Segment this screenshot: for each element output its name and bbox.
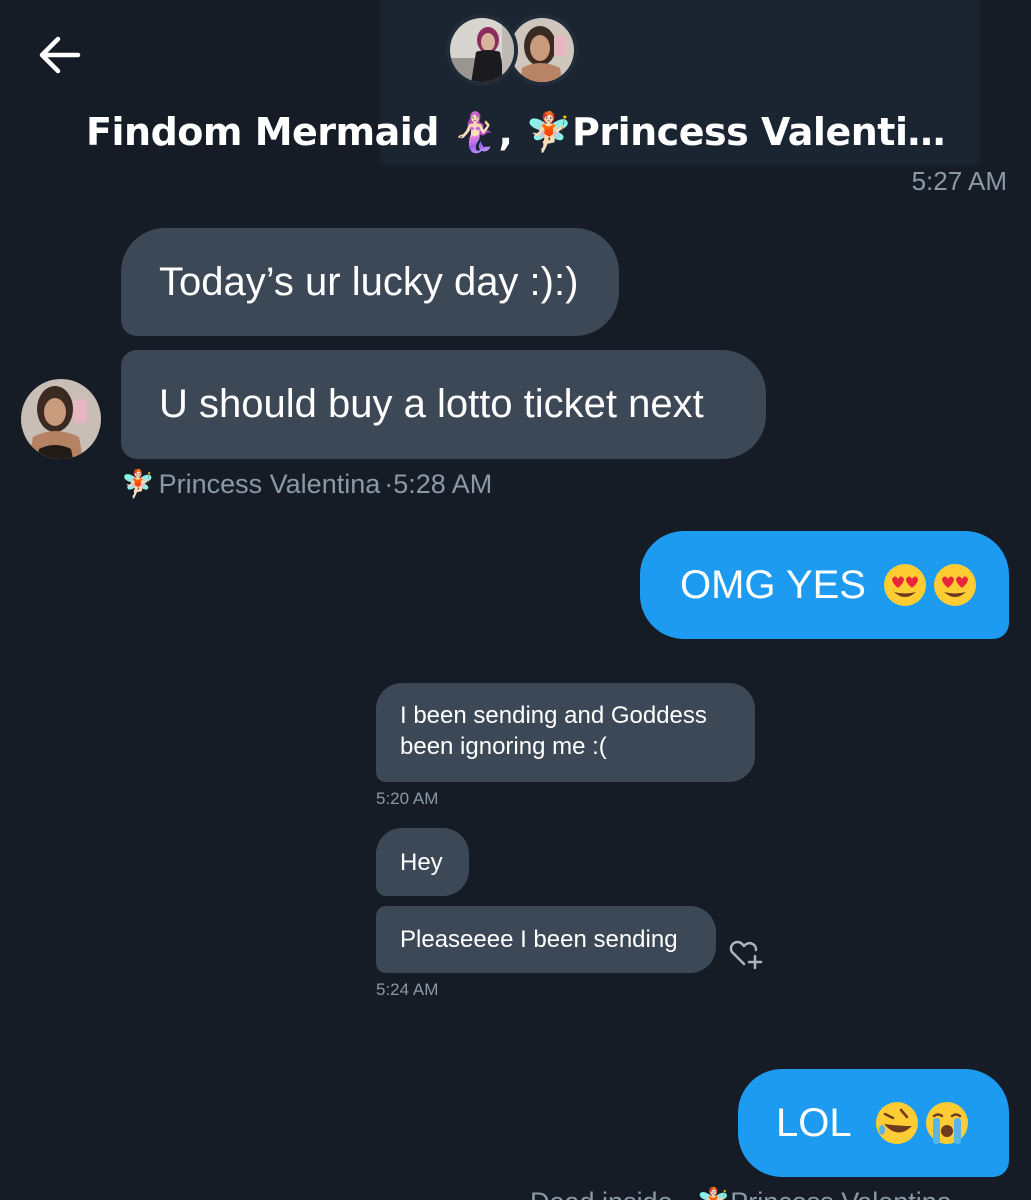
group-avatars[interactable] <box>446 10 586 94</box>
avatar-findom-mermaid <box>446 14 518 86</box>
heart-eyes-emoji-icon <box>883 564 926 606</box>
rofl-emoji-icon <box>875 1102 918 1144</box>
embedded-timestamp: 5:20 AM <box>376 789 439 808</box>
message-text: U should buy a lotto ticket next <box>159 382 704 426</box>
sender-avatar[interactable] <box>21 379 101 459</box>
back-button[interactable] <box>30 26 88 84</box>
add-reaction-button[interactable] <box>728 938 766 970</box>
embedded-message: I been sending and Goddess been ignoring… <box>376 683 755 782</box>
embedded-message: Pleaseeee I been sending <box>376 906 716 973</box>
conversation-title[interactable]: Findom Mermaid 🧜🏻‍♀️, 🧚🏻Princess Valenti… <box>0 104 1031 160</box>
outgoing-message[interactable]: LOL <box>738 1069 1009 1177</box>
loudly-crying-emoji-icon <box>925 1102 968 1144</box>
sender-time: ·5:28 AM <box>384 468 493 499</box>
message-text: Today’s ur lucky day :):) <box>159 259 579 304</box>
heart-plus-icon <box>729 940 763 970</box>
heart-eyes-emoji-icon <box>933 564 976 606</box>
incoming-message[interactable]: Today’s ur lucky day :):) <box>121 228 619 336</box>
message-text: OMG YES <box>680 562 866 607</box>
message-text: LOL <box>776 1100 852 1145</box>
back-arrow-icon <box>39 36 81 74</box>
embedded-message: Hey <box>376 828 469 896</box>
embedded-timestamp: 5:24 AM <box>376 980 439 999</box>
timestamp: 5:27 AM <box>911 166 1007 196</box>
dm-screen: Findom Mermaid 🧜🏻‍♀️, 🧚🏻Princess Valenti… <box>0 0 1031 1200</box>
fairy-emoji: 🧚🏻 <box>121 469 155 499</box>
sender-name[interactable]: Princess Valentina <box>159 469 381 500</box>
outgoing-message[interactable]: OMG YES <box>640 531 1009 639</box>
footer-meta: Dead inside · 🧚🏻Princess Valentina <box>530 1186 952 1200</box>
sender-meta: 🧚🏻 Princess Valentina ·5:28 AM <box>121 468 492 500</box>
incoming-message[interactable]: U should buy a lotto ticket next <box>121 350 766 459</box>
